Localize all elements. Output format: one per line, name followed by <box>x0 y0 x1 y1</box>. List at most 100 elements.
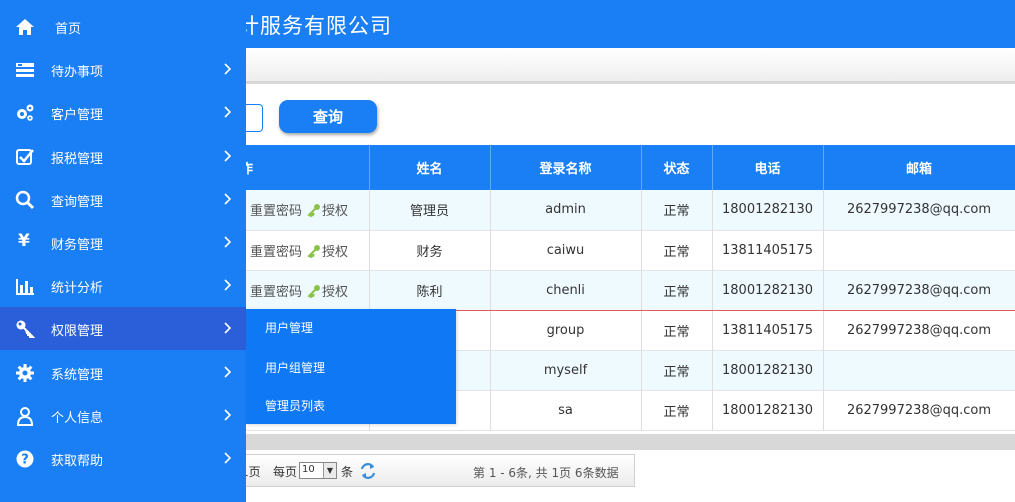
sidebar-item-label: 待办事项 <box>51 65 104 80</box>
cell-status: 正常 <box>641 270 713 311</box>
chevron-right-icon <box>224 279 232 291</box>
cell-email: 2627997238@qq.com <box>823 310 1015 351</box>
cell-status: 正常 <box>641 350 713 391</box>
cell-login: admin <box>490 190 642 231</box>
sidebar-item-label: 财务管理 <box>51 238 104 253</box>
cell-phone: 13811405175 <box>712 310 824 351</box>
table-row[interactable]: 重置密码 授权 陈利 chenli 正常 18001282130 2627997238@qq… <box>230 270 1015 311</box>
key-icon <box>307 244 321 258</box>
cell-actions: 重置密码 授权 <box>230 230 370 271</box>
sidebar-item-permissions[interactable]: 权限管理 <box>0 307 246 350</box>
reset-password-link[interactable]: 重置密码 <box>250 285 302 300</box>
per-page-value: 10 <box>302 464 315 475</box>
gear-icon <box>16 364 34 382</box>
cell-actions: 重置密码 授权 <box>230 270 370 311</box>
cell-phone: 18001282130 <box>712 190 824 231</box>
key-icon <box>307 204 321 218</box>
chevron-down-icon: ▼ <box>323 463 336 478</box>
horizontal-scrollbar[interactable] <box>230 434 1015 450</box>
col-header-status: 状态 <box>641 145 713 190</box>
cell-name: 财务 <box>369 230 491 271</box>
cell-login: sa <box>490 390 642 431</box>
cell-name: 陈利 <box>369 270 491 311</box>
sidebar-item-label: 查询管理 <box>51 195 104 210</box>
list-icon <box>16 63 34 77</box>
sidebar-item-todo[interactable]: 待办事项 <box>0 48 246 91</box>
per-page-unit: 条 <box>341 465 354 479</box>
cell-login: myself <box>490 350 642 391</box>
reset-password-link[interactable]: 重置密码 <box>250 204 302 219</box>
cell-phone: 18001282130 <box>712 270 824 311</box>
pagination-info: 第 1 - 6条, 共 1页 6条数据 <box>473 466 619 480</box>
sidebar-item-help[interactable]: ? 获取帮助 <box>0 437 246 480</box>
chevron-right-icon <box>224 236 232 248</box>
search-icon <box>15 190 35 210</box>
cell-status: 正常 <box>641 390 713 431</box>
user-icon <box>16 407 34 426</box>
cell-status: 正常 <box>641 190 713 231</box>
query-button[interactable]: 查询 <box>279 100 377 133</box>
chevron-right-icon <box>224 63 232 75</box>
cell-login: group <box>490 310 642 351</box>
cell-name: 管理员 <box>369 190 491 231</box>
col-header-actions: 作 <box>230 145 370 190</box>
flyout-item-group-management[interactable]: 用户组管理 <box>265 359 325 376</box>
bar-chart-icon <box>16 279 34 295</box>
cell-email <box>823 230 1015 271</box>
sidebar-item-query[interactable]: 查询管理 <box>0 178 246 221</box>
key-icon <box>307 284 321 298</box>
cell-login: chenli <box>490 270 642 311</box>
reset-password-link[interactable]: 重置密码 <box>250 245 302 260</box>
per-page-select[interactable]: 10 ▼ <box>299 462 337 479</box>
chevron-right-icon <box>224 150 232 162</box>
svg-text:?: ? <box>21 453 29 468</box>
key-icon <box>16 320 35 338</box>
yen-icon: ¥ <box>18 231 30 251</box>
sidebar-item-system[interactable]: 系统管理 <box>0 351 246 394</box>
sidebar-item-finance[interactable]: ¥ 财务管理 <box>0 221 246 264</box>
col-header-login: 登录名称 <box>490 145 642 190</box>
cell-phone: 18001282130 <box>712 390 824 431</box>
sidebar-item-tax[interactable]: 报税管理 <box>0 135 246 178</box>
cogs-icon <box>17 104 34 121</box>
sidebar-item-label: 统计分析 <box>51 281 104 296</box>
chevron-right-icon <box>224 452 232 464</box>
company-title: 计服务有限公司 <box>238 14 392 38</box>
table-row[interactable]: 重置密码 授权 财务 caiwu 正常 13811405175 <box>230 230 1015 271</box>
table-row[interactable]: 重置密码 授权 管理员 admin 正常 18001282130 2627997238@qq… <box>230 190 1015 231</box>
cell-phone: 18001282130 <box>712 350 824 391</box>
per-page-label: 每页 <box>273 465 298 479</box>
authorize-link[interactable]: 授权 <box>322 285 348 300</box>
cell-email: 2627997238@qq.com <box>823 390 1015 431</box>
sidebar-item-label: 个人信息 <box>51 411 104 426</box>
authorize-link[interactable]: 授权 <box>322 245 348 260</box>
sidebar-item-label: 权限管理 <box>51 324 104 339</box>
chevron-right-icon <box>224 366 232 378</box>
help-icon: ? <box>16 450 34 468</box>
cell-email <box>823 350 1015 391</box>
cell-login: caiwu <box>490 230 642 271</box>
col-header-phone: 电话 <box>712 145 824 190</box>
authorize-link[interactable]: 授权 <box>322 204 348 219</box>
permissions-flyout-menu: 用户管理 用户组管理 管理员列表 <box>246 309 456 424</box>
sidebar-item-label: 首页 <box>55 22 82 37</box>
chevron-right-icon <box>224 409 232 421</box>
table-header-row: 作 姓名 登录名称 状态 电话 邮箱 <box>230 145 1015 190</box>
cell-phone: 13811405175 <box>712 230 824 271</box>
sidebar: 首页 待办事项 客户管理 报税管理 查询管理 ¥ 财务管理 统计分析 权限管理 … <box>0 0 246 502</box>
cell-email: 2627997238@qq.com <box>823 190 1015 231</box>
refresh-icon[interactable] <box>359 462 377 480</box>
flyout-item-user-management[interactable]: 用户管理 <box>265 319 313 336</box>
chevron-right-icon <box>224 193 232 205</box>
sidebar-item-profile[interactable]: 个人信息 <box>0 394 246 437</box>
sidebar-item-label: 获取帮助 <box>51 454 104 469</box>
sidebar-item-customers[interactable]: 客户管理 <box>0 91 246 134</box>
cell-email: 2627997238@qq.com <box>823 270 1015 311</box>
sidebar-item-home[interactable]: 首页 <box>0 5 246 48</box>
flyout-item-admin-list[interactable]: 管理员列表 <box>265 397 325 414</box>
sidebar-item-label: 系统管理 <box>51 368 104 383</box>
sidebar-item-statistics[interactable]: 统计分析 <box>0 264 246 307</box>
sidebar-item-label: 报税管理 <box>51 152 104 167</box>
home-icon <box>16 19 34 35</box>
pagination-bar: 1页 每页 10 ▼ 条 第 1 - 6条, 共 1页 6条数据 <box>240 454 635 487</box>
